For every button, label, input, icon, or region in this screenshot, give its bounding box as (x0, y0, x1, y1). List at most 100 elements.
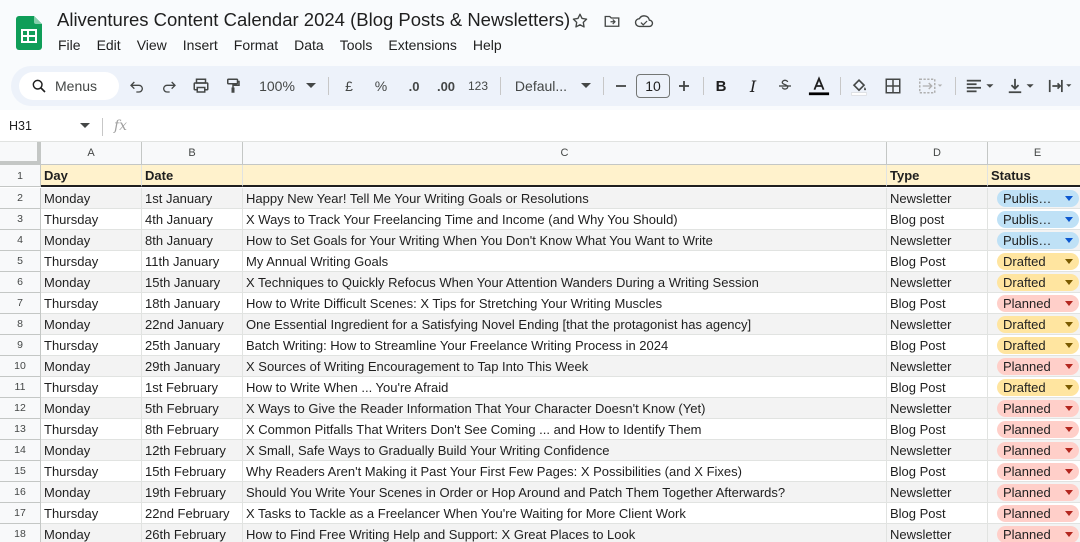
cell-date[interactable]: 26th February (142, 524, 243, 542)
header-cell-status[interactable]: Status (988, 165, 1080, 187)
select-all-corner[interactable] (0, 142, 41, 165)
number-format-button[interactable]: 123 (465, 66, 491, 106)
status-dropdown-chip[interactable]: Drafted (997, 379, 1079, 396)
cell-date[interactable]: 15th February (142, 461, 243, 482)
cell-status[interactable]: Publis… (988, 230, 1080, 251)
cell-day[interactable]: Monday (41, 356, 142, 377)
paint-format-icon[interactable] (222, 66, 244, 106)
row-number[interactable]: 11 (0, 377, 41, 398)
cell-title[interactable]: X Common Pitfalls That Writers Don't See… (243, 419, 887, 440)
font-select[interactable]: Defaul... (509, 66, 573, 106)
percent-format-button[interactable]: % (370, 66, 392, 106)
cell-day[interactable]: Monday (41, 272, 142, 293)
cell-date[interactable]: 5th February (142, 398, 243, 419)
header-cell-date[interactable]: Date (142, 165, 243, 187)
cell-type[interactable]: Blog Post (887, 419, 988, 440)
status-dropdown-chip[interactable]: Drafted (997, 337, 1079, 354)
status-dropdown-chip[interactable]: Drafted (997, 274, 1079, 291)
menu-data[interactable]: Data (286, 37, 332, 53)
font-size-increase-icon[interactable] (675, 66, 693, 106)
status-dropdown-chip[interactable]: Drafted (997, 253, 1079, 270)
cell-type[interactable]: Blog Post (887, 335, 988, 356)
cell-day[interactable]: Thursday (41, 461, 142, 482)
vertical-align-icon[interactable] (1006, 66, 1040, 106)
cloud-status-icon[interactable] (634, 11, 654, 31)
cell-day[interactable]: Monday (41, 440, 142, 461)
cell-status[interactable]: Planned (988, 398, 1080, 419)
merge-cells-icon[interactable] (914, 66, 948, 106)
cell-date[interactable]: 1st January (142, 188, 243, 209)
row-number[interactable]: 8 (0, 314, 41, 335)
cell-status[interactable]: Planned (988, 293, 1080, 314)
text-wrapping-icon[interactable] (1046, 66, 1076, 106)
cell-day[interactable]: Monday (41, 482, 142, 503)
cell-title[interactable]: My Annual Writing Goals (243, 251, 887, 272)
column-header-c[interactable]: C (243, 142, 887, 165)
cell-status[interactable]: Publis… (988, 209, 1080, 230)
cell-type[interactable]: Blog Post (887, 251, 988, 272)
star-icon[interactable] (570, 11, 590, 31)
print-icon[interactable] (190, 66, 212, 106)
status-dropdown-chip[interactable]: Planned (997, 295, 1079, 312)
row-number[interactable]: 16 (0, 482, 41, 503)
menu-edit[interactable]: Edit (89, 37, 129, 53)
cell-day[interactable]: Monday (41, 188, 142, 209)
row-number[interactable]: 7 (0, 293, 41, 314)
cell-title[interactable]: One Essential Ingredient for a Satisfyin… (243, 314, 887, 335)
header-cell-title[interactable] (243, 165, 887, 187)
status-dropdown-chip[interactable]: Planned (997, 421, 1079, 438)
name-box[interactable]: H31 (9, 119, 32, 133)
cell-day[interactable]: Thursday (41, 335, 142, 356)
status-dropdown-chip[interactable]: Planned (997, 505, 1079, 522)
cell-status[interactable]: Drafted (988, 251, 1080, 272)
fill-color-icon[interactable] (847, 66, 871, 106)
cell-title[interactable]: How to Find Free Writing Help and Suppor… (243, 524, 887, 542)
cell-type[interactable]: Blog Post (887, 377, 988, 398)
italic-button[interactable]: I (743, 66, 763, 106)
cell-status[interactable]: Planned (988, 482, 1080, 503)
menu-view[interactable]: View (129, 37, 175, 53)
cell-day[interactable]: Thursday (41, 293, 142, 314)
cell-status[interactable]: Drafted (988, 377, 1080, 398)
sheets-logo-icon[interactable] (16, 16, 42, 50)
status-dropdown-chip[interactable]: Publis… (997, 190, 1079, 207)
cell-title[interactable]: Happy New Year! Tell Me Your Writing Goa… (243, 188, 887, 209)
cell-type[interactable]: Blog post (887, 209, 988, 230)
row-number[interactable]: 6 (0, 272, 41, 293)
cell-day[interactable]: Monday (41, 230, 142, 251)
text-color-icon[interactable] (806, 66, 832, 106)
row-number[interactable]: 4 (0, 230, 41, 251)
row-number[interactable]: 5 (0, 251, 41, 272)
cell-status[interactable]: Planned (988, 503, 1080, 524)
cell-day[interactable]: Thursday (41, 503, 142, 524)
horizontal-align-icon[interactable] (963, 66, 999, 106)
cell-title[interactable]: How to Set Goals for Your Writing When Y… (243, 230, 887, 251)
cell-type[interactable]: Newsletter (887, 356, 988, 377)
status-dropdown-chip[interactable]: Planned (997, 358, 1079, 375)
menu-tools[interactable]: Tools (332, 37, 381, 53)
cell-title[interactable]: X Sources of Writing Encouragement to Ta… (243, 356, 887, 377)
row-number[interactable]: 10 (0, 356, 41, 377)
name-box-chevron-down-icon[interactable] (80, 123, 90, 129)
column-header-e[interactable]: E (988, 142, 1080, 165)
cell-status[interactable]: Planned (988, 524, 1080, 542)
cell-status[interactable]: Planned (988, 461, 1080, 482)
cell-type[interactable]: Newsletter (887, 440, 988, 461)
cell-status[interactable]: Planned (988, 440, 1080, 461)
row-number[interactable]: 2 (0, 188, 41, 209)
cell-day[interactable]: Thursday (41, 377, 142, 398)
zoom-select[interactable]: 100% (255, 66, 299, 106)
cell-status[interactable]: Drafted (988, 272, 1080, 293)
cell-type[interactable]: Blog Post (887, 503, 988, 524)
column-header-d[interactable]: D (887, 142, 988, 165)
move-folder-icon[interactable] (602, 11, 622, 31)
cell-date[interactable]: 19th February (142, 482, 243, 503)
cell-type[interactable]: Newsletter (887, 272, 988, 293)
cell-date[interactable]: 12th February (142, 440, 243, 461)
menu-help[interactable]: Help (465, 37, 510, 53)
cell-type[interactable]: Blog Post (887, 461, 988, 482)
search-menus-button[interactable]: Menus (19, 72, 119, 100)
cell-date[interactable]: 1st February (142, 377, 243, 398)
cell-date[interactable]: 22nd February (142, 503, 243, 524)
undo-icon[interactable] (127, 66, 147, 106)
